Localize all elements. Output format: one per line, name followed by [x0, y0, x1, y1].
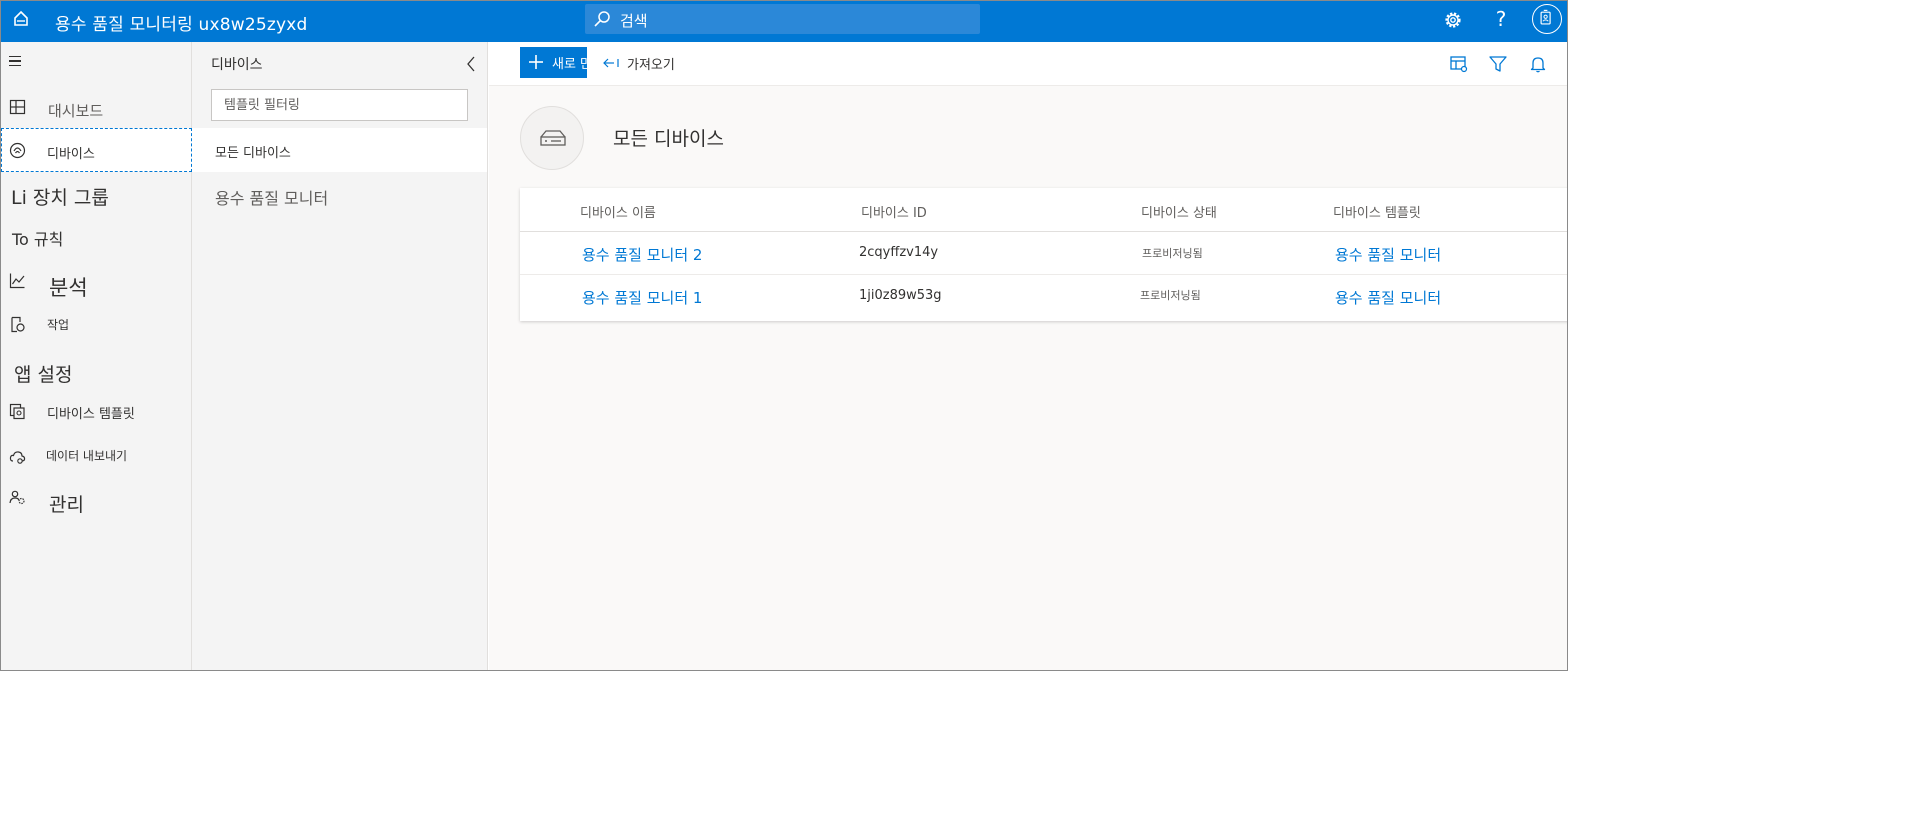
header-divider [520, 231, 1567, 232]
device-template-link[interactable]: 용수 품질 모니터 [1335, 287, 1441, 308]
template-list-item-water-quality-monitor[interactable]: 용수 품질 모니터 [192, 173, 487, 217]
new-button-label: 새로 만들기 [552, 57, 587, 72]
app-window: 용수 품질 모니터링 ux8w25zyxd 검색 ? 대시보드 디바이스 Li … [0, 0, 1568, 671]
analytics-icon [9, 273, 25, 289]
nav-item-analytics[interactable]: 분석 [1, 262, 192, 306]
search-icon [594, 11, 610, 27]
nav-item-label: 대시보드 [48, 102, 104, 120]
column-header-device-id[interactable]: 디바이스 ID [861, 202, 927, 221]
filter-icon[interactable] [1488, 54, 1508, 74]
panel-title: 디바이스 [211, 57, 263, 73]
dashboard-icon [9, 99, 26, 115]
chevron-left-icon[interactable] [465, 55, 477, 73]
jobs-icon [11, 316, 25, 333]
top-bar: 용수 품질 모니터링 ux8w25zyxd 검색 ? [1, 1, 1567, 42]
template-list-item-label: 모든 디바이스 [215, 146, 291, 161]
hamburger-menu-icon[interactable] [9, 56, 21, 70]
plus-icon [529, 55, 543, 69]
nav-item-device-templates[interactable]: 디바이스 템플릿 [1, 391, 192, 435]
nav-item-label: 디바이스 템플릿 [47, 407, 135, 422]
template-list-item-all-devices[interactable]: 모든 디바이스 [192, 128, 487, 172]
device-name-link[interactable]: 용수 품질 모니터 1 [582, 287, 702, 308]
nav-item-label: 디바이스 [47, 147, 95, 162]
device-id-cell: 1ji0z89w53g [859, 288, 942, 303]
import-button-label: 가져오기 [627, 58, 675, 73]
import-arrow-icon [603, 58, 619, 68]
gear-icon[interactable] [1442, 9, 1464, 31]
help-icon[interactable]: ? [1491, 6, 1511, 32]
devices-icon [9, 142, 26, 159]
template-filter-input[interactable] [211, 89, 468, 121]
device-id-cell: 2cqyffzv14y [859, 245, 939, 260]
global-search-box[interactable]: 검색 [585, 4, 980, 34]
devices-table: 디바이스 이름 디바이스 ID 디바이스 상태 디바이스 템플릿 용수 품질 모… [520, 188, 1567, 321]
command-bar: 새로 만들기 가져오기 [489, 42, 1567, 86]
data-export-icon [9, 451, 26, 464]
nav-item-dashboard[interactable]: 대시보드 [1, 87, 192, 131]
device-templates-panel: 디바이스 모든 디바이스 용수 품질 모니터 [192, 42, 488, 670]
nav-item-device-groups[interactable]: Li 장치 그룹 [1, 173, 192, 217]
nav-item-label: 데이터 내보내기 [46, 449, 128, 463]
column-header-device-status[interactable]: 디바이스 상태 [1141, 202, 1217, 221]
app-title: 용수 품질 모니터링 ux8w25zyxd [55, 15, 308, 35]
device-status-cell: 프로비저닝됨 [1142, 247, 1203, 260]
nav-item-app-settings[interactable]: 앱 설정 [1, 351, 192, 395]
edit-columns-icon[interactable] [1449, 54, 1469, 74]
nav-item-label: 앱 설정 [14, 364, 73, 386]
administration-icon [9, 490, 25, 505]
device-template-link[interactable]: 용수 품질 모니터 [1335, 244, 1441, 265]
avatar-badge-icon [1540, 9, 1551, 25]
nav-item-label: To 규칙 [12, 230, 64, 249]
main-content: 모든 디바이스 디바이스 이름 디바이스 ID 디바이스 상태 디바이스 템플릿… [489, 86, 1567, 670]
device-status-cell: 프로비저닝됨 [1140, 289, 1201, 302]
nav-item-label: 분석 [49, 276, 88, 300]
nav-item-administration[interactable]: 관리 [1, 479, 192, 523]
app-logo-icon[interactable] [12, 10, 30, 28]
template-list-item-label: 용수 품질 모니터 [215, 189, 329, 208]
device-icon [540, 130, 566, 146]
column-header-device-template[interactable]: 디바이스 템플릿 [1333, 202, 1421, 221]
column-header-device-name[interactable]: 디바이스 이름 [580, 202, 656, 221]
nav-item-data-export[interactable]: 데이터 내보내기 [1, 435, 192, 479]
avatar-icon[interactable] [1532, 4, 1562, 34]
nav-item-jobs[interactable]: 작업 [1, 303, 192, 347]
nav-item-devices[interactable]: 디바이스 [1, 128, 192, 172]
nav-item-label: 작업 [47, 318, 70, 332]
nav-item-label: 관리 [49, 494, 84, 516]
device-templates-icon [9, 403, 25, 420]
new-device-button[interactable]: 새로 만들기 [520, 47, 587, 78]
notification-bell-icon[interactable] [1528, 54, 1548, 74]
device-name-link[interactable]: 용수 품질 모니터 2 [582, 244, 702, 265]
left-navigation: 대시보드 디바이스 Li 장치 그룹 To 규칙 분석 작업 앱 설정 디바이스… [1, 42, 192, 670]
search-placeholder: 검색 [620, 12, 648, 30]
nav-item-rules[interactable]: To 규칙 [1, 216, 192, 260]
page-title: 모든 디바이스 [613, 128, 724, 150]
nav-item-label: Li 장치 그룹 [11, 187, 109, 209]
row-divider [520, 274, 1567, 275]
device-group-avatar [520, 106, 584, 170]
